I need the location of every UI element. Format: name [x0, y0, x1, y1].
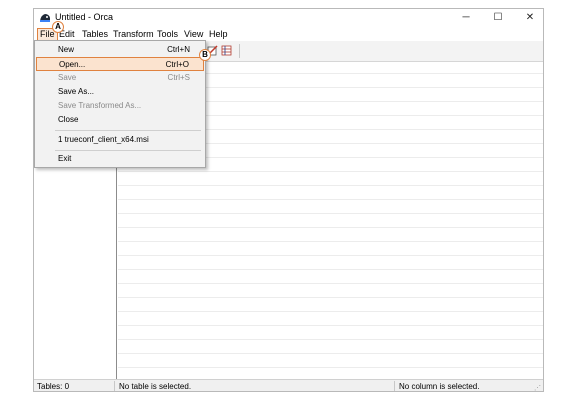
title-bar: Untitled - Orca ─ ☐ ✕: [34, 9, 543, 28]
grid-line: [118, 325, 543, 326]
status-bar: Tables: 0 No table is selected. No colum…: [34, 379, 543, 391]
resize-grip-icon[interactable]: ⋰: [534, 384, 541, 391]
menu-item-shortcut: Ctrl+S: [167, 73, 190, 82]
menu-item-label: New: [58, 45, 75, 54]
menu-item-shortcut: Ctrl+O: [165, 60, 189, 69]
menu-item-save-transformed-as[interactable]: Save Transformed As...: [36, 99, 204, 113]
grid-line: [118, 297, 543, 298]
grid-line: [118, 339, 543, 340]
grid-line: [118, 269, 543, 270]
menu-item-label: Open...: [59, 60, 86, 69]
status-separator: [394, 381, 395, 391]
menu-help[interactable]: Help: [207, 29, 230, 40]
menu-item-new[interactable]: New Ctrl+N: [36, 43, 204, 57]
menu-item-shortcut: Ctrl+N: [167, 45, 190, 54]
menu-item-label: Save Transformed As...: [58, 101, 142, 110]
menu-item-label: Close: [58, 115, 79, 124]
menu-separator: [55, 130, 201, 131]
menu-item-save-as[interactable]: Save As...: [36, 85, 204, 99]
grid-line: [118, 255, 543, 256]
status-tables-count: Tables: 0: [37, 382, 70, 391]
grid-line: [118, 283, 543, 284]
window-title: Untitled - Orca: [55, 12, 114, 22]
orca-app-icon: [40, 14, 50, 22]
menu-item-label: Exit: [58, 154, 72, 163]
annotation-badge-a: A: [52, 21, 64, 33]
menu-view[interactable]: View: [182, 29, 205, 40]
file-menu-dropdown: New Ctrl+N Open... Ctrl+O Save Ctrl+S Sa…: [34, 40, 206, 168]
grid-line: [118, 199, 543, 200]
grid-table-icon[interactable]: [221, 45, 232, 56]
menu-tools[interactable]: Tools: [155, 29, 180, 40]
minimize-button[interactable]: ─: [455, 11, 477, 25]
toolbar-separator: [239, 44, 240, 58]
grid-line: [118, 213, 543, 214]
grid-line: [118, 367, 543, 368]
grid-line: [118, 241, 543, 242]
grid-line: [118, 171, 543, 172]
menu-item-open[interactable]: Open... Ctrl+O: [36, 57, 204, 71]
menu-item-recent-file[interactable]: 1 trueconf_client_x64.msi: [36, 133, 204, 147]
menu-item-label: 1 trueconf_client_x64.msi: [58, 135, 149, 144]
menu-tables[interactable]: Tables: [80, 29, 110, 40]
menu-item-label: Save As...: [58, 87, 95, 96]
grid-line: [118, 353, 543, 354]
menu-separator: [55, 150, 201, 151]
grid-line: [118, 185, 543, 186]
menu-transform[interactable]: Transform: [111, 29, 156, 40]
grid-line: [118, 227, 543, 228]
annotation-badge-b: B: [199, 49, 211, 61]
close-button[interactable]: ✕: [519, 11, 541, 25]
grid-line: [118, 311, 543, 312]
status-column-selection: No column is selected.: [399, 382, 480, 391]
menu-item-label: Save: [58, 73, 77, 82]
status-table-selection: No table is selected.: [119, 382, 192, 391]
maximize-button[interactable]: ☐: [487, 11, 509, 25]
menu-item-save[interactable]: Save Ctrl+S: [36, 71, 204, 85]
menu-item-exit[interactable]: Exit: [36, 152, 204, 166]
menu-item-close[interactable]: Close: [36, 113, 204, 127]
status-separator: [114, 381, 115, 391]
